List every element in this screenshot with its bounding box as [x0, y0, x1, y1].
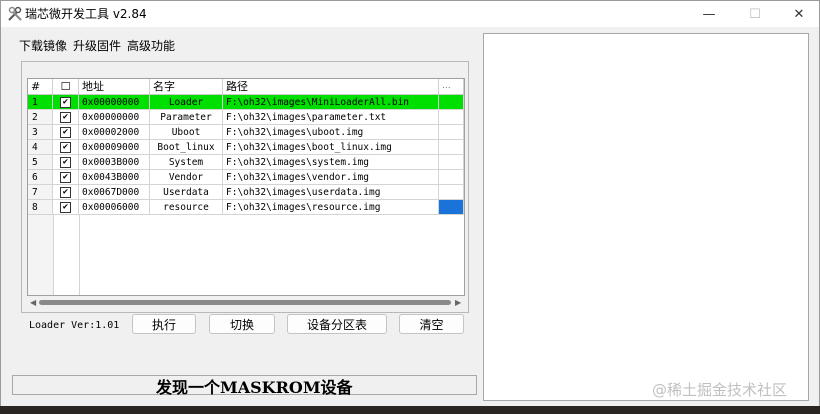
- row-browse-cell[interactable]: [439, 95, 464, 110]
- row-name: Vendor: [150, 170, 223, 185]
- maximize-button[interactable]: ☐: [733, 1, 777, 27]
- row-address: 0x00009000: [79, 140, 150, 155]
- header-more: ...: [439, 79, 464, 94]
- desktop-bottom-strip: [0, 406, 820, 414]
- watermark: @稀土掘金技术社区: [652, 381, 788, 399]
- clear-button[interactable]: 清空: [399, 314, 464, 334]
- window-title: 瑞芯微开发工具 v2.84: [25, 7, 147, 21]
- minimize-button[interactable]: —: [687, 1, 731, 27]
- close-button[interactable]: ✕: [777, 1, 820, 27]
- scroll-left-icon[interactable]: ◀: [30, 298, 36, 307]
- row-checkbox[interactable]: ✔: [53, 110, 79, 125]
- checkbox-icon[interactable]: ✔: [60, 172, 71, 183]
- row-checkbox[interactable]: ✔: [53, 95, 79, 110]
- row-path[interactable]: F:\oh32\images\parameter.txt: [223, 110, 439, 125]
- checkbox-icon[interactable]: ✔: [60, 142, 71, 153]
- table-header: # ☐ 地址 名字 路径 ...: [28, 79, 464, 95]
- row-checkbox[interactable]: ✔: [53, 125, 79, 140]
- row-name: Userdata: [150, 185, 223, 200]
- row-num: 8: [28, 200, 53, 215]
- row-checkbox[interactable]: ✔: [53, 185, 79, 200]
- row-path[interactable]: F:\oh32\images\system.img: [223, 155, 439, 170]
- table-row[interactable]: 4 ✔ 0x00009000 Boot_linux F:\oh32\images…: [28, 140, 464, 155]
- table-row[interactable]: 7 ✔ 0x0067D000 Userdata F:\oh32\images\u…: [28, 185, 464, 200]
- row-name: Loader: [150, 95, 223, 110]
- tab-advanced[interactable]: 高级功能: [127, 37, 175, 54]
- row-address: 0x0043B000: [79, 170, 150, 185]
- header-num: #: [28, 79, 53, 94]
- tab-upgrade-firmware[interactable]: 升级固件: [73, 37, 121, 54]
- row-num: 1: [28, 95, 53, 110]
- row-address: 0x00000000: [79, 110, 150, 125]
- row-path[interactable]: F:\oh32\images\userdata.img: [223, 185, 439, 200]
- row-name: Parameter: [150, 110, 223, 125]
- checkbox-icon[interactable]: ✔: [60, 127, 71, 138]
- check-column-filler: [53, 215, 80, 295]
- status-message: 发现一个MASKROM设备: [156, 378, 353, 397]
- row-browse-cell[interactable]: [439, 170, 464, 185]
- row-checkbox[interactable]: ✔: [53, 200, 79, 215]
- row-path[interactable]: F:\oh32\images\uboot.img: [223, 125, 439, 140]
- table-row[interactable]: 2 ✔ 0x00000000 Parameter F:\oh32\images\…: [28, 110, 464, 125]
- row-address: 0x00000000: [79, 95, 150, 110]
- partition-table-button[interactable]: 设备分区表: [287, 314, 387, 334]
- scrollbar-thumb[interactable]: [39, 300, 451, 305]
- header-check[interactable]: ☐: [53, 79, 79, 94]
- header-path: 路径: [223, 79, 439, 94]
- loader-version: Loader Ver:1.01: [29, 320, 120, 331]
- row-address: 0x0067D000: [79, 185, 150, 200]
- row-browse-cell[interactable]: [439, 110, 464, 125]
- table-row[interactable]: 8 ✔ 0x00006000 resource F:\oh32\images\r…: [28, 200, 464, 215]
- table-row[interactable]: 6 ✔ 0x0043B000 Vendor F:\oh32\images\ven…: [28, 170, 464, 185]
- row-name: Boot_linux: [150, 140, 223, 155]
- checkbox-icon[interactable]: ✔: [60, 187, 71, 198]
- row-address: 0x0003B000: [79, 155, 150, 170]
- checkbox-icon[interactable]: ✔: [60, 97, 71, 108]
- row-num: 6: [28, 170, 53, 185]
- row-browse-cell[interactable]: [439, 200, 464, 215]
- row-checkbox[interactable]: ✔: [53, 140, 79, 155]
- horizontal-scrollbar[interactable]: ◀ ▶: [27, 296, 465, 308]
- execute-button[interactable]: 执行: [132, 314, 196, 334]
- row-path[interactable]: F:\oh32\images\resource.img: [223, 200, 439, 215]
- row-address: 0x00006000: [79, 200, 150, 215]
- row-checkbox[interactable]: ✔: [53, 155, 79, 170]
- row-num: 2: [28, 110, 53, 125]
- scroll-right-icon[interactable]: ▶: [455, 298, 461, 307]
- row-browse-cell[interactable]: [439, 140, 464, 155]
- tools-icon: [8, 6, 22, 21]
- checkbox-icon[interactable]: ✔: [60, 112, 71, 123]
- row-num: 4: [28, 140, 53, 155]
- row-num: 5: [28, 155, 53, 170]
- header-name: 名字: [150, 79, 223, 94]
- row-address: 0x00002000: [79, 125, 150, 140]
- row-name: Uboot: [150, 125, 223, 140]
- title-bar: 瑞芯微开发工具 v2.84 — ☐ ✕: [1, 1, 819, 27]
- row-browse-cell[interactable]: [439, 125, 464, 140]
- tab-download-image[interactable]: 下载镜像: [19, 37, 67, 54]
- table-row[interactable]: 5 ✔ 0x0003B000 System F:\oh32\images\sys…: [28, 155, 464, 170]
- header-address: 地址: [79, 79, 150, 94]
- log-panel[interactable]: [483, 33, 809, 401]
- row-name: resource: [150, 200, 223, 215]
- row-path[interactable]: F:\oh32\images\MiniLoaderAll.bin: [223, 95, 439, 110]
- row-browse-cell[interactable]: [439, 155, 464, 170]
- row-checkbox[interactable]: ✔: [53, 170, 79, 185]
- row-browse-cell[interactable]: [439, 185, 464, 200]
- checkbox-icon[interactable]: ✔: [60, 202, 71, 213]
- row-name: System: [150, 155, 223, 170]
- row-num: 3: [28, 125, 53, 140]
- table-row[interactable]: 1 ✔ 0x00000000 Loader F:\oh32\images\Min…: [28, 95, 464, 110]
- row-path[interactable]: F:\oh32\images\vendor.img: [223, 170, 439, 185]
- row-num: 7: [28, 185, 53, 200]
- row-header-filler: [28, 215, 54, 295]
- checkbox-icon[interactable]: ✔: [60, 157, 71, 168]
- table-row[interactable]: 3 ✔ 0x00002000 Uboot F:\oh32\images\uboo…: [28, 125, 464, 140]
- row-path[interactable]: F:\oh32\images\boot_linux.img: [223, 140, 439, 155]
- switch-button[interactable]: 切换: [209, 314, 275, 334]
- partition-table: # ☐ 地址 名字 路径 ... 1 ✔ 0x00000000 Loader F…: [27, 78, 465, 296]
